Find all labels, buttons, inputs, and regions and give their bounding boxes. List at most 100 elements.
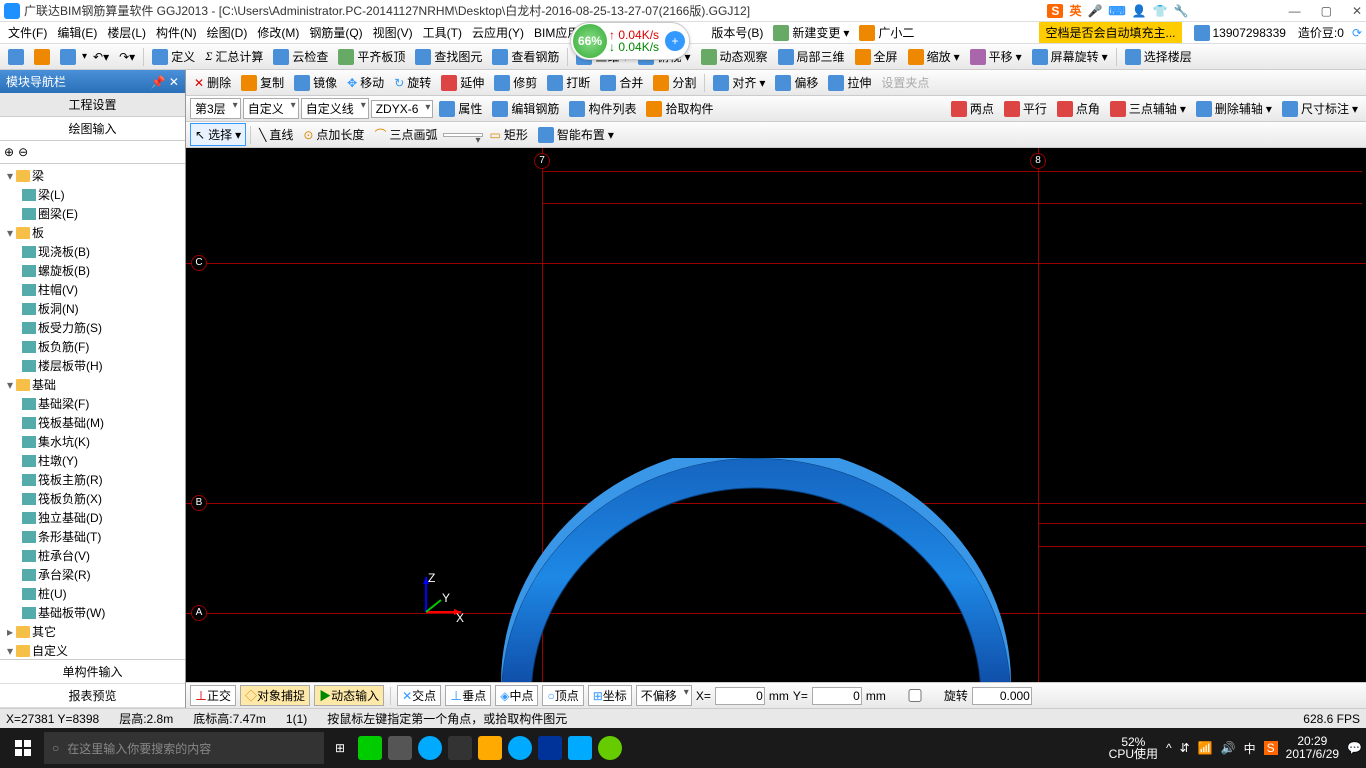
menu-rebar[interactable]: 钢筋量(Q) [305, 22, 366, 43]
mid-toggle[interactable]: ◈中点 [495, 685, 538, 706]
tray-wifi-icon[interactable]: 📶 [1198, 741, 1213, 755]
pick-button[interactable]: 拾取构件 [642, 98, 717, 119]
ime-bar[interactable]: S 英 🎤⌨👤👕🔧 [1047, 2, 1188, 19]
rotate-btn[interactable]: ↻旋转 [390, 72, 435, 93]
menu-component[interactable]: 构件(N) [152, 22, 201, 43]
ortho-toggle[interactable]: ⊥正交 [190, 685, 236, 706]
line-button[interactable]: ╲直线 [255, 124, 297, 145]
tree-item[interactable]: 桩承台(V) [2, 546, 183, 565]
align-button[interactable]: 对齐▾ [709, 72, 769, 93]
menu-file[interactable]: 文件(F) [4, 22, 51, 43]
app-icon-5[interactable] [476, 732, 504, 764]
dynamic-button[interactable]: 动态观察 [697, 46, 772, 67]
arc-options[interactable] [443, 133, 483, 137]
addlen-button[interactable]: ⊙点加长度 [299, 124, 368, 145]
dim-button[interactable]: 尺寸标注▾ [1278, 98, 1362, 119]
menu-tools[interactable]: 工具(T) [419, 22, 466, 43]
app-icon-6[interactable] [506, 732, 534, 764]
tree-item[interactable]: 楼层板带(H) [2, 356, 183, 375]
del-aux-button[interactable]: 删除辅轴▾ [1192, 98, 1276, 119]
tree-item[interactable]: 桩(U) [2, 584, 183, 603]
select-button[interactable]: ↖选择▾ [190, 123, 246, 146]
expand-icon[interactable]: ⊕ [4, 145, 14, 159]
tree-item[interactable]: 螺旋板(B) [2, 261, 183, 280]
menu-view[interactable]: 视图(V) [369, 22, 417, 43]
fullscreen-button[interactable]: 全屏 [851, 46, 902, 67]
report-tab[interactable]: 报表预览 [0, 684, 185, 708]
new-icon[interactable] [4, 47, 28, 67]
tree-item[interactable]: 柱墩(Y) [2, 451, 183, 470]
tree-category[interactable]: ▾梁 [2, 166, 183, 185]
parallel-button[interactable]: 平行 [1000, 98, 1051, 119]
vertex-toggle[interactable]: ○顶点 [542, 685, 583, 706]
two-point-button[interactable]: 两点 [947, 98, 998, 119]
x-input[interactable] [715, 687, 765, 705]
tree-item[interactable]: 集水坑(K) [2, 432, 183, 451]
list-button[interactable]: 构件列表 [565, 98, 640, 119]
redo-icon[interactable]: ↷▾ [115, 48, 139, 66]
rotate-input[interactable] [972, 687, 1032, 705]
open-icon[interactable] [30, 47, 54, 67]
tree-category[interactable]: ▾板 [2, 223, 183, 242]
pin-icon[interactable]: 📌 ✕ [151, 75, 179, 89]
tree-item[interactable]: 板负筋(F) [2, 337, 183, 356]
stretch-button[interactable]: 拉伸 [824, 72, 875, 93]
pan-button[interactable]: 平移▾ [966, 46, 1026, 67]
category-select[interactable]: 自定义 [243, 98, 299, 119]
menu-edit[interactable]: 编辑(E) [53, 22, 101, 43]
attr-button[interactable]: 属性 [435, 98, 486, 119]
flat-button[interactable]: 平齐板顶 [334, 46, 409, 67]
grip-button[interactable]: 设置夹点 [877, 72, 933, 93]
start-button[interactable] [4, 732, 42, 764]
edit-rebar-button[interactable]: 编辑钢筋 [488, 98, 563, 119]
notifications-icon[interactable]: 💬 [1347, 741, 1362, 755]
break-button[interactable]: 打断 [543, 72, 594, 93]
tree-item[interactable]: 现浇板(B) [2, 242, 183, 261]
merge-button[interactable]: 合并 [596, 72, 647, 93]
tab-project[interactable]: 工程设置 [0, 93, 185, 117]
copy-button[interactable]: 复制 [237, 72, 288, 93]
tray-net-icon[interactable]: ⇵ [1180, 741, 1190, 755]
undo-icon[interactable]: ↶▾ [89, 48, 113, 66]
app-icon-7[interactable] [536, 732, 564, 764]
tray-up-icon[interactable]: ^ [1166, 741, 1172, 755]
rect-button[interactable]: ▭矩形 [485, 124, 531, 145]
tree-item[interactable]: 板洞(N) [2, 299, 183, 318]
tray-ime-icon[interactable]: 中 [1244, 740, 1256, 757]
summary-button[interactable]: Σ汇总计算 [201, 46, 267, 67]
smart-button[interactable]: 智能布置▾ [534, 124, 618, 145]
menu-draw[interactable]: 绘图(D) [203, 22, 252, 43]
arc-button[interactable]: ⌒三点画弧 [370, 124, 441, 145]
local-3d-button[interactable]: 局部三维 [774, 46, 849, 67]
offset-button[interactable]: 偏移 [771, 72, 822, 93]
app-icon-1[interactable] [356, 732, 384, 764]
view-rebar-button[interactable]: 查看钢筋 [488, 46, 563, 67]
tree-item[interactable]: 梁(L) [2, 185, 183, 204]
tray-sogou-icon[interactable]: S [1264, 741, 1278, 755]
move-button[interactable]: ✥移动 [343, 72, 388, 93]
tree-item[interactable]: 圈梁(E) [2, 204, 183, 223]
tree-item[interactable]: 基础梁(F) [2, 394, 183, 413]
menu-version[interactable]: 版本号(B) [707, 22, 767, 43]
app-icon-8[interactable] [566, 732, 594, 764]
network-monitor[interactable]: 66% ↑ 0.04K/s↓ 0.04K/s + [570, 22, 690, 60]
menu-cloud[interactable]: 云应用(Y) [468, 22, 528, 43]
viewport[interactable]: 7 8 C B A ZYX [186, 148, 1366, 682]
tree-item[interactable]: 板受力筋(S) [2, 318, 183, 337]
tree-item[interactable]: 条形基础(T) [2, 527, 183, 546]
delete-button[interactable]: ✕删除 [190, 72, 235, 93]
app-icon-3[interactable] [416, 732, 444, 764]
single-input-tab[interactable]: 单构件输入 [0, 660, 185, 684]
split-button[interactable]: 分割 [649, 72, 700, 93]
tree-category[interactable]: ▸其它 [2, 622, 183, 641]
save-icon[interactable] [56, 47, 80, 67]
perp-toggle[interactable]: ⊥垂点 [445, 685, 491, 706]
cloud-check-button[interactable]: 云检查 [269, 46, 332, 67]
phone-label[interactable]: 13907298339 [1190, 23, 1290, 43]
tree-item[interactable]: 筏板主筋(R) [2, 470, 183, 489]
tree-item[interactable]: 承台梁(R) [2, 565, 183, 584]
type-select[interactable]: 自定义线 [301, 98, 369, 119]
window-controls[interactable]: —▢✕ [1289, 4, 1362, 18]
tree-item[interactable]: 筏板基础(M) [2, 413, 183, 432]
app-icon-4[interactable] [446, 732, 474, 764]
